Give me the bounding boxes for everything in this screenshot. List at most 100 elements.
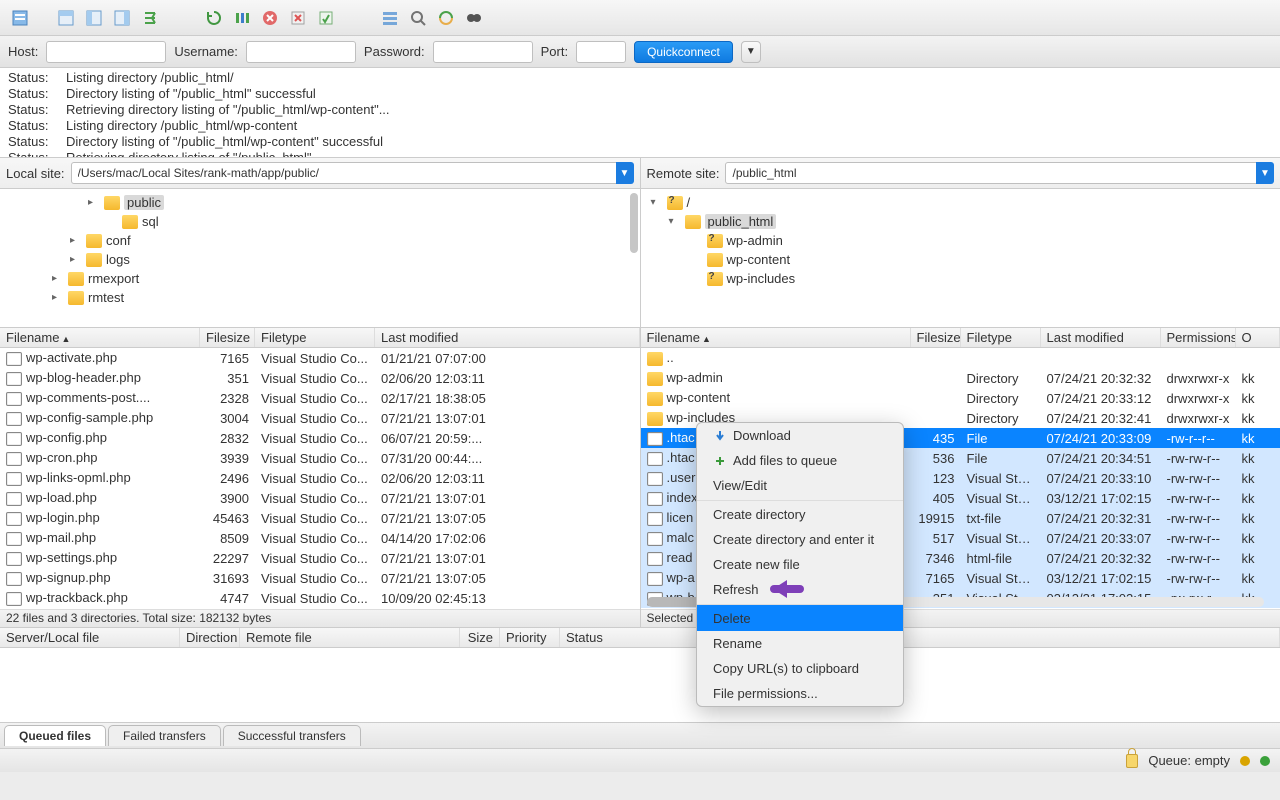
quickconnect-bar: Host: Username: Password: Port: Quickcon… [0, 36, 1280, 68]
toggle-queue-icon[interactable] [138, 6, 162, 30]
file-row[interactable]: wp-adminDirectory07/24/21 20:32:32drwxrw… [641, 368, 1280, 388]
local-path-dropdown-icon[interactable]: ▼ [616, 162, 634, 184]
remote-path-input[interactable] [725, 162, 1268, 184]
password-label: Password: [364, 44, 425, 59]
username-label: Username: [174, 44, 238, 59]
password-input[interactable] [433, 41, 533, 63]
port-label: Port: [541, 44, 568, 59]
file-row[interactable]: wp-mail.php8509Visual Studio Co...04/14/… [0, 528, 640, 548]
lock-icon[interactable] [1126, 754, 1138, 768]
toggle-remote-tree-icon[interactable] [110, 6, 134, 30]
log-line: Status:Listing directory /public_html/wp… [8, 118, 1272, 134]
toggle-local-tree-icon[interactable] [82, 6, 106, 30]
file-row[interactable]: wp-trackback.php4747Visual Studio Co...1… [0, 588, 640, 608]
file-row[interactable]: wp-load.php3900Visual Studio Co...07/21/… [0, 488, 640, 508]
tree-item[interactable]: sql [0, 212, 640, 231]
queue-columns-header[interactable]: Server/Local file Direction Remote file … [0, 628, 1280, 648]
message-log: Status:Listing directory /public_html/St… [0, 68, 1280, 158]
tree-item[interactable]: wp-content [641, 250, 1280, 269]
context-menu: DownloadAdd files to queueView/EditCreat… [696, 422, 904, 707]
file-row[interactable]: wp-login.php45463Visual Studio Co...07/2… [0, 508, 640, 528]
file-row[interactable]: wp-settings.php22297Visual Studio Co...0… [0, 548, 640, 568]
local-tree[interactable]: ▸publicsql▸conf▸logs▸rmexport▸rmtest [0, 189, 640, 327]
file-row[interactable]: wp-activate.php7165Visual Studio Co...01… [0, 348, 640, 368]
file-row[interactable]: wp-comments-post....2328Visual Studio Co… [0, 388, 640, 408]
main-toolbar [0, 0, 1280, 36]
context-menu-item[interactable]: View/Edit [697, 473, 903, 498]
process-queue-icon[interactable] [230, 6, 254, 30]
reconnect-icon[interactable] [314, 6, 338, 30]
file-row[interactable]: wp-signup.php31693Visual Studio Co...07/… [0, 568, 640, 588]
queue-tabs: Queued filesFailed transfersSuccessful t… [0, 723, 1280, 748]
status-bar: Queue: empty [0, 748, 1280, 772]
tree-item[interactable]: ▸rmtest [0, 288, 640, 307]
tree-item[interactable]: wp-admin [641, 231, 1280, 250]
filter-icon[interactable] [378, 6, 402, 30]
context-menu-item[interactable]: Copy URL(s) to clipboard [697, 656, 903, 681]
port-input[interactable] [576, 41, 626, 63]
file-row[interactable]: wp-config.php2832Visual Studio Co...06/0… [0, 428, 640, 448]
file-row[interactable]: wp-config-sample.php3004Visual Studio Co… [0, 408, 640, 428]
file-row[interactable]: wp-links-opml.php2496Visual Studio Co...… [0, 468, 640, 488]
remote-columns-header[interactable]: Filename▲ Filesize Filetype Last modifie… [641, 328, 1280, 348]
sort-asc-icon: ▲ [702, 334, 711, 344]
context-menu-item[interactable]: Create directory [697, 500, 903, 527]
tree-item[interactable]: ▸public [0, 193, 640, 212]
file-row[interactable]: wp-cron.php3939Visual Studio Co...07/31/… [0, 448, 640, 468]
annotation-arrow-icon [770, 580, 816, 598]
sync-browse-icon[interactable] [462, 6, 486, 30]
tree-item[interactable]: wp-includes [641, 269, 1280, 288]
log-line: Status:Retrieving directory listing of "… [8, 102, 1272, 118]
remote-path-dropdown-icon[interactable]: ▼ [1256, 162, 1274, 184]
username-input[interactable] [246, 41, 356, 63]
site-manager-icon[interactable] [8, 6, 32, 30]
remote-tree[interactable]: ▾/▾public_htmlwp-adminwp-contentwp-inclu… [641, 189, 1280, 327]
tree-item[interactable]: ▸logs [0, 250, 640, 269]
log-line: Status:Retrieving directory listing of "… [8, 150, 1272, 158]
remote-pane: Remote site: ▼ ▾/▾public_htmlwp-adminwp-… [640, 158, 1280, 327]
context-menu-item[interactable]: Rename [697, 631, 903, 656]
compare-icon[interactable] [434, 6, 458, 30]
context-menu-item[interactable]: Create directory and enter it [697, 527, 903, 552]
tree-item[interactable]: ▾public_html [641, 212, 1280, 231]
transfer-queue: Server/Local file Direction Remote file … [0, 628, 1280, 723]
local-status: 22 files and 3 directories. Total size: … [0, 609, 640, 627]
file-row[interactable]: wp-blog-header.php351Visual Studio Co...… [0, 368, 640, 388]
local-site-label: Local site: [6, 166, 65, 181]
quickconnect-button[interactable]: Quickconnect [634, 41, 733, 63]
queue-tab[interactable]: Failed transfers [108, 725, 221, 746]
log-line: Status:Directory listing of "/public_htm… [8, 86, 1272, 102]
file-row[interactable]: .. [641, 348, 1280, 368]
log-line: Status:Directory listing of "/public_htm… [8, 134, 1272, 150]
context-menu-item[interactable]: Add files to queue [697, 448, 903, 473]
context-menu-item[interactable]: Create new file [697, 552, 903, 577]
scrollbar-icon[interactable] [630, 193, 638, 253]
file-row[interactable]: wp-contentDirectory07/24/21 20:33:12drwx… [641, 388, 1280, 408]
cancel-icon[interactable] [258, 6, 282, 30]
host-label: Host: [8, 44, 38, 59]
queue-tab[interactable]: Successful transfers [223, 725, 361, 746]
status-dot-ok-icon [1260, 756, 1270, 766]
local-path-input[interactable] [71, 162, 628, 184]
remote-site-label: Remote site: [647, 166, 720, 181]
tree-item[interactable]: ▾/ [641, 193, 1280, 212]
tree-item[interactable]: ▸conf [0, 231, 640, 250]
local-columns-header[interactable]: Filename▲ Filesize Filetype Last modifie… [0, 328, 640, 348]
quickconnect-dropdown-icon[interactable]: ▼ [741, 41, 761, 63]
local-file-list[interactable]: Filename▲ Filesize Filetype Last modifie… [0, 328, 640, 627]
refresh-icon[interactable] [202, 6, 226, 30]
queue-status: Queue: empty [1148, 753, 1230, 768]
tree-item[interactable]: ▸rmexport [0, 269, 640, 288]
search-icon[interactable] [406, 6, 430, 30]
sort-asc-icon: ▲ [61, 334, 70, 344]
host-input[interactable] [46, 41, 166, 63]
status-dot-warning-icon [1240, 756, 1250, 766]
context-menu-item[interactable]: File permissions... [697, 681, 903, 706]
context-menu-item[interactable]: Download [697, 423, 903, 448]
local-pane: Local site: ▼ ▸publicsql▸conf▸logs▸rmexp… [0, 158, 640, 327]
toggle-log-icon[interactable] [54, 6, 78, 30]
disconnect-icon[interactable] [286, 6, 310, 30]
queue-tab[interactable]: Queued files [4, 725, 106, 746]
log-line: Status:Listing directory /public_html/ [8, 70, 1272, 86]
context-menu-item[interactable]: Delete [697, 604, 903, 631]
